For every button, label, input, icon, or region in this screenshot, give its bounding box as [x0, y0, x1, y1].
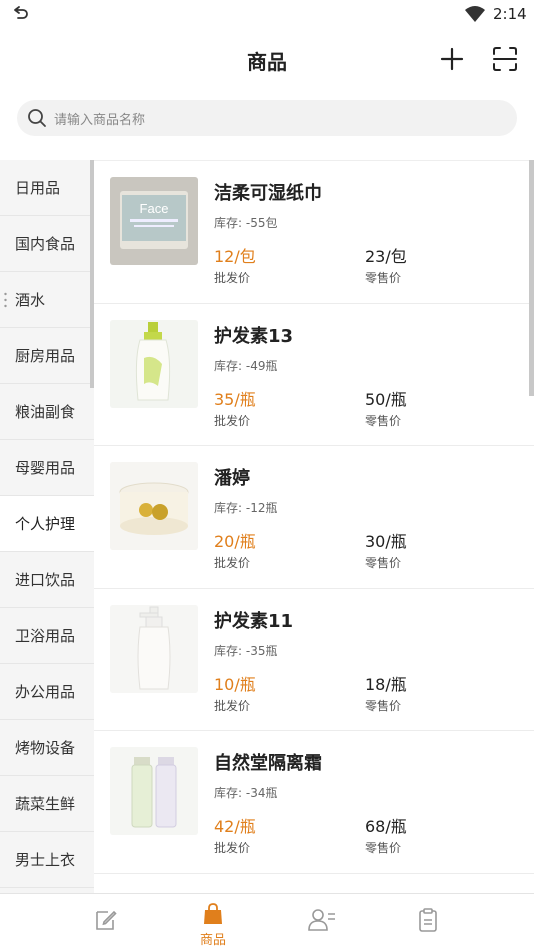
title-bar: 商品	[0, 30, 534, 88]
nav-item-records[interactable]	[388, 894, 468, 949]
status-bar: 2:14	[0, 0, 534, 30]
product-name: 护发素13	[214, 325, 294, 347]
product-list-scrollbar[interactable]	[529, 160, 534, 396]
wholesale-price: 12/包	[214, 247, 256, 266]
category-label: 卫浴用品	[15, 627, 76, 645]
nav-item-products[interactable]: 商品	[173, 894, 253, 949]
category-label: 办公用品	[15, 683, 76, 701]
category-item[interactable]: 烤物设备	[0, 720, 94, 776]
user-list-icon	[308, 909, 335, 931]
add-product-button[interactable]	[437, 44, 467, 74]
category-item[interactable]: 进口饮品	[0, 552, 94, 608]
wholesale-label: 批发价	[214, 556, 251, 570]
category-item[interactable]: 男士上衣	[0, 832, 94, 888]
category-item[interactable]: 办公用品	[0, 664, 94, 720]
status-time: 2:14	[493, 5, 527, 23]
search-input[interactable]: 请输入商品名称	[17, 100, 517, 136]
category-label: 男士上衣	[15, 851, 76, 869]
product-image: Face	[110, 177, 198, 265]
product-name: 洁柔可湿纸巾	[214, 183, 322, 204]
retail-price: 18/瓶	[365, 674, 407, 694]
retail-label: 零售价	[365, 413, 402, 428]
retail-price: 68/瓶	[365, 817, 407, 836]
retail-price: 50/瓶	[365, 389, 407, 409]
product-list[interactable]: Face 洁柔可湿纸巾 库存: -55包 12/包 批发价 23/包 零售价 护…	[94, 160, 534, 893]
category-label: 国内食品	[15, 235, 76, 253]
product-stock: 库存: -35瓶	[214, 643, 278, 658]
category-item-active[interactable]: 个人护理	[0, 496, 94, 552]
retail-price: 23/包	[365, 247, 407, 266]
category-item[interactable]: 粮油副食	[0, 384, 94, 440]
category-item[interactable]: 日用品	[0, 160, 94, 216]
nav-label-products: 商品	[199, 933, 226, 948]
product-item[interactable]: 潘婷 库存: -12瓶 20/瓶 批发价 30/瓶 零售价	[94, 446, 534, 589]
category-label: 个人护理	[15, 515, 76, 533]
search-placeholder: 请输入商品名称	[54, 113, 146, 128]
retail-price: 30/瓶	[365, 532, 407, 551]
wholesale-price: 20/瓶	[214, 532, 256, 551]
wholesale-price: 42/瓶	[214, 817, 256, 836]
category-label: 日用品	[15, 179, 61, 197]
product-stock: 库存: -55包	[214, 216, 278, 230]
product-name: 护发素11	[214, 610, 294, 632]
product-item[interactable]: 自然堂隔离霜 库存: -34瓶 42/瓶 批发价 68/瓶 零售价	[94, 731, 534, 874]
category-label: 进口饮品	[15, 571, 76, 589]
product-image	[110, 747, 198, 835]
category-sidebar[interactable]: 日用品 国内食品 酒水 厨房用品 粮油副食 母婴用品 个人护理 进口饮品 卫浴用…	[0, 160, 94, 893]
product-item[interactable]: 护发素13 库存: -49瓶 35/瓶 批发价 50/瓶 零售价	[94, 304, 534, 446]
category-item[interactable]: 卫浴用品	[0, 608, 94, 664]
product-stock: 库存: -49瓶	[214, 358, 278, 373]
retail-label: 零售价	[365, 271, 402, 285]
wholesale-price: 10/瓶	[214, 674, 256, 694]
product-image	[110, 604, 198, 693]
category-label: 母婴用品	[15, 459, 76, 477]
category-item[interactable]: 酒水	[0, 272, 94, 328]
category-item[interactable]: 母婴用品	[0, 440, 94, 496]
drag-handle-icon[interactable]	[4, 292, 7, 308]
nav-item-orders[interactable]	[66, 894, 146, 949]
wholesale-price: 35/瓶	[214, 389, 256, 409]
wholesale-label: 批发价	[214, 698, 251, 713]
category-label: 酒水	[15, 291, 46, 309]
product-item[interactable]: Face 洁柔可湿纸巾 库存: -55包 12/包 批发价 23/包 零售价	[94, 161, 534, 304]
scan-button[interactable]	[490, 44, 520, 74]
product-stock: 库存: -34瓶	[214, 786, 278, 800]
retail-label: 零售价	[365, 841, 402, 855]
category-label: 粮油副食	[15, 403, 76, 421]
edit-document-icon	[96, 910, 117, 930]
category-item[interactable]: 蔬菜生鲜	[0, 776, 94, 832]
product-image	[110, 462, 198, 550]
wholesale-label: 批发价	[214, 413, 251, 428]
category-item[interactable]: 国内食品	[0, 216, 94, 272]
clipboard-icon	[419, 908, 437, 932]
bottom-nav: 商品	[0, 893, 534, 949]
product-item[interactable]: 护发素11 库存: -35瓶 10/瓶 批发价 18/瓶 零售价	[94, 589, 534, 731]
search-icon	[28, 109, 46, 127]
retail-label: 零售价	[365, 556, 402, 570]
category-item[interactable]: 厨房用品	[0, 328, 94, 384]
product-name: 自然堂隔离霜	[214, 753, 322, 774]
nav-item-customers[interactable]	[280, 894, 360, 949]
category-label: 烤物设备	[15, 739, 76, 757]
product-stock: 库存: -12瓶	[214, 501, 278, 515]
product-name: 潘婷	[214, 468, 250, 489]
wifi-icon	[465, 6, 485, 22]
category-label: 厨房用品	[15, 347, 76, 365]
product-image	[110, 319, 198, 408]
notification-arrow-icon	[14, 6, 28, 19]
retail-label: 零售价	[365, 698, 402, 713]
wholesale-label: 批发价	[214, 841, 251, 855]
shopping-bag-icon	[204, 903, 222, 924]
product-image-text: Face	[140, 201, 169, 216]
wholesale-label: 批发价	[214, 271, 251, 285]
category-label: 蔬菜生鲜	[15, 795, 76, 813]
